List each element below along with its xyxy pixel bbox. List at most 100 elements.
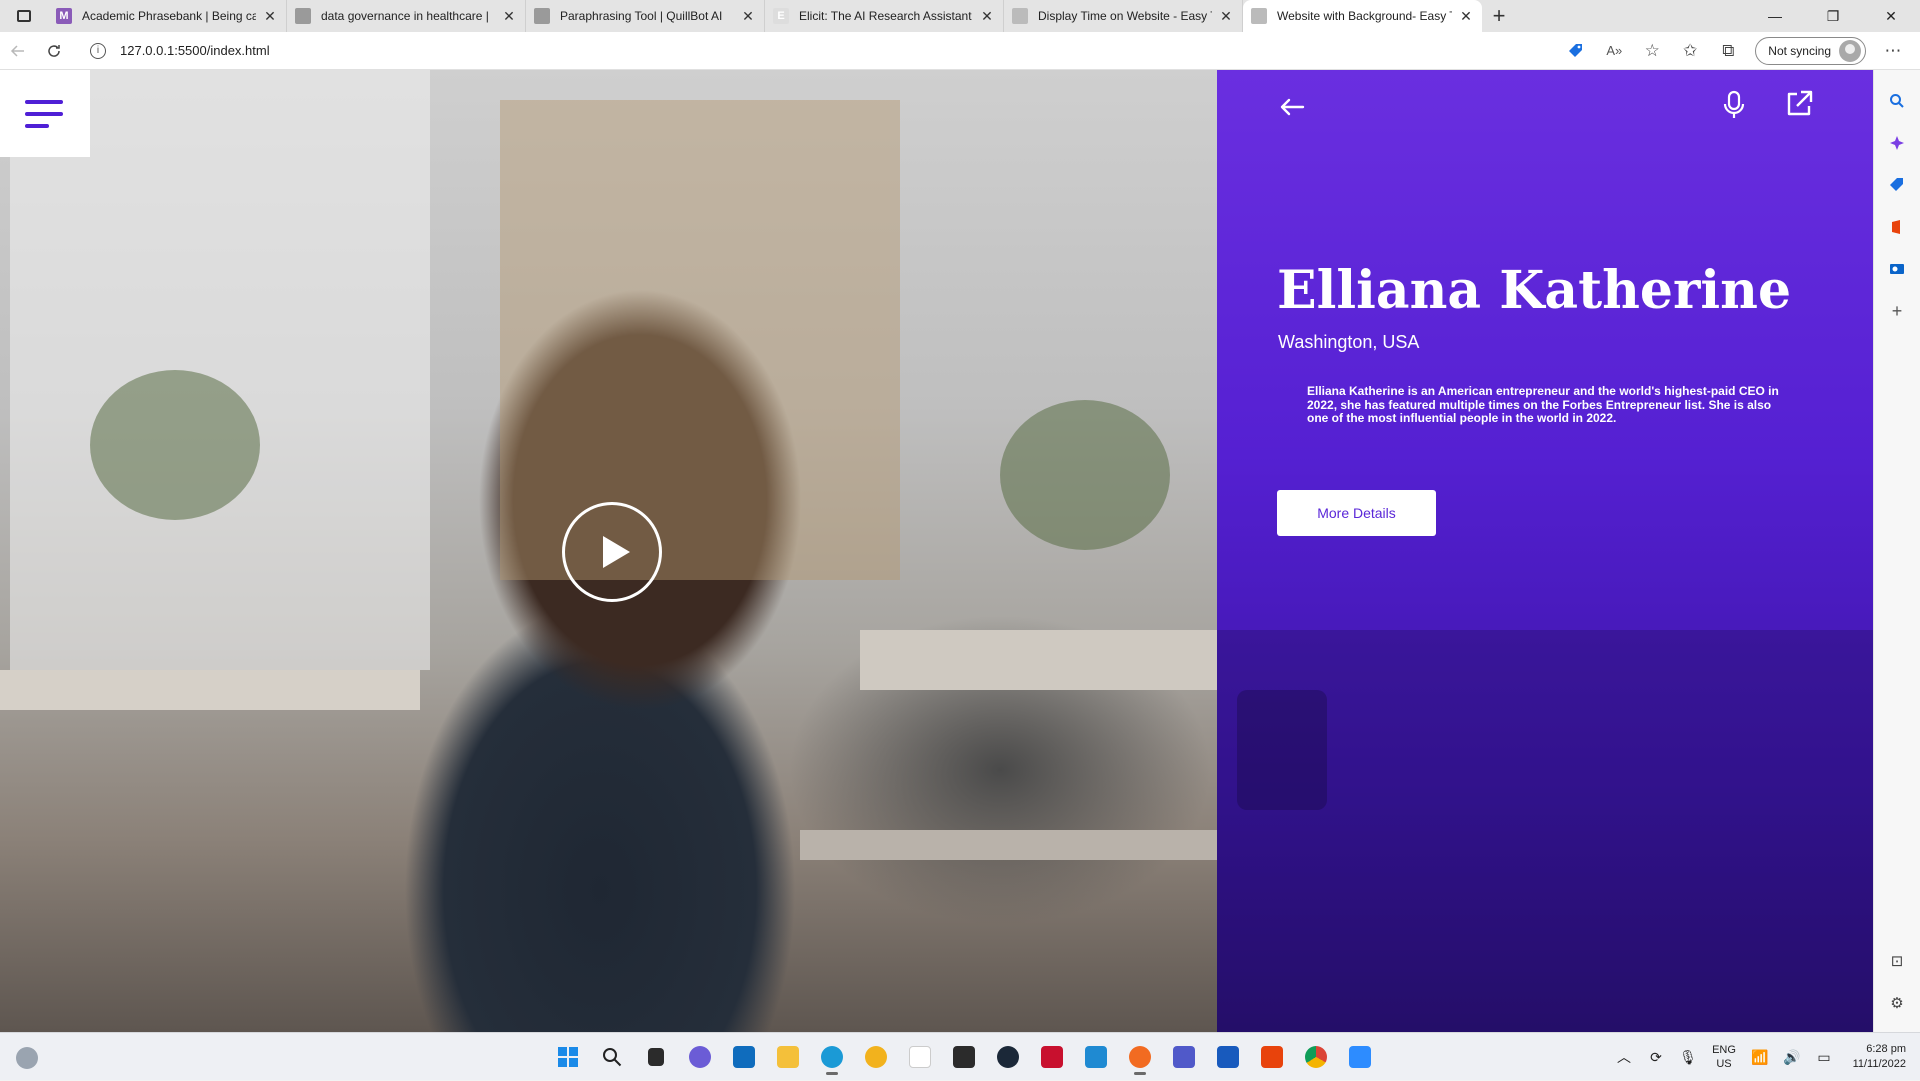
battery-button[interactable]: ▭ xyxy=(1808,1049,1840,1066)
close-tab-icon[interactable]: ✕ xyxy=(1458,8,1474,25)
mail-button[interactable] xyxy=(724,1039,764,1075)
word-button[interactable] xyxy=(1208,1039,1248,1075)
menu-icon xyxy=(25,111,63,116)
app-circle-icon xyxy=(865,1046,887,1068)
external-link-icon[interactable] xyxy=(1785,90,1813,118)
edge-button[interactable] xyxy=(812,1039,852,1075)
browser-tab[interactable]: M Academic Phrasebank | Being ca ✕ xyxy=(48,0,287,32)
photo-corkboard xyxy=(500,100,900,580)
office-button[interactable] xyxy=(1252,1039,1292,1075)
volume-button[interactable]: 🔊 xyxy=(1776,1049,1808,1066)
office-icon xyxy=(1261,1046,1283,1068)
zoom-button[interactable] xyxy=(1340,1039,1380,1075)
add-favorite-button[interactable]: ☆ xyxy=(1633,36,1671,66)
mic-tray-button[interactable]: 🎙 xyxy=(1672,1049,1704,1066)
teams-button[interactable] xyxy=(1164,1039,1204,1075)
clock[interactable]: 6:28 pm 11/11/2022 xyxy=(1840,1042,1920,1072)
mcafee-icon xyxy=(1041,1046,1063,1068)
read-aloud-button[interactable]: A» xyxy=(1595,36,1633,66)
steam-button[interactable] xyxy=(988,1039,1028,1075)
lang-line2: US xyxy=(1716,1058,1732,1070)
dropbox-button[interactable] xyxy=(944,1039,984,1075)
browser-tab[interactable]: data governance in healthcare | ✕ xyxy=(287,0,526,32)
close-tab-icon[interactable]: ✕ xyxy=(1218,8,1234,25)
start-button[interactable] xyxy=(548,1039,588,1075)
menu-button[interactable] xyxy=(0,70,90,157)
chat-icon xyxy=(689,1046,711,1068)
photo-plant xyxy=(90,370,260,520)
favorites-button[interactable]: ✩ xyxy=(1671,36,1709,66)
sidebar-copilot-button[interactable] xyxy=(1883,129,1911,157)
site-info-icon[interactable]: i xyxy=(90,42,106,59)
vscode-button[interactable] xyxy=(1076,1039,1116,1075)
collections-icon: ⧉ xyxy=(1722,40,1735,60)
url-text: 127.0.0.1:5500/index.html xyxy=(120,43,270,58)
language-indicator[interactable]: ENG US xyxy=(1704,1043,1744,1071)
file-explorer-button[interactable] xyxy=(768,1039,808,1075)
more-details-button[interactable]: More Details xyxy=(1277,490,1436,536)
taskbar: ︿ ⟳ 🎙 ENG US 📶 🔊 ▭ 6:28 pm 11/11/2022 xyxy=(0,1032,1920,1080)
settings-more-button[interactable]: ⋯ xyxy=(1874,36,1912,66)
clock-time: 6:28 pm xyxy=(1866,1043,1906,1055)
sync-status-button[interactable]: ⟳ xyxy=(1640,1049,1672,1066)
minimize-button[interactable]: — xyxy=(1746,0,1804,32)
steam-icon xyxy=(997,1046,1019,1068)
tab-title: Website with Background- Easy T xyxy=(1277,9,1452,23)
favicon-icon xyxy=(295,8,311,24)
mcafee-button[interactable] xyxy=(1032,1039,1072,1075)
sidebar-add-button[interactable]: + xyxy=(1883,297,1911,325)
task-view-button[interactable] xyxy=(636,1039,676,1075)
app-button[interactable] xyxy=(856,1039,896,1075)
toolbar-actions: A» ☆ ✩ ⧉ Not syncing ⋯ xyxy=(1557,36,1912,66)
app-orange-button[interactable] xyxy=(1120,1039,1160,1075)
back-button[interactable] xyxy=(0,36,36,66)
collections-button[interactable]: ⧉ xyxy=(1709,36,1747,66)
tray-overflow-button[interactable]: ︿ xyxy=(1608,1047,1640,1067)
taskbar-search-button[interactable] xyxy=(592,1039,632,1075)
back-arrow-icon[interactable] xyxy=(1277,92,1307,122)
shopping-button[interactable] xyxy=(1557,36,1595,66)
star-plus-icon: ☆ xyxy=(1644,40,1660,60)
new-tab-button[interactable]: + xyxy=(1482,0,1516,32)
lang-line1: ENG xyxy=(1712,1044,1736,1056)
photo-table xyxy=(0,670,420,710)
close-tab-icon[interactable]: ✕ xyxy=(262,8,278,25)
sidebar-settings-button[interactable]: ⚙ xyxy=(1883,989,1911,1017)
word-icon xyxy=(1217,1046,1239,1068)
more-icon: ⋯ xyxy=(1884,40,1902,60)
chrome-button[interactable] xyxy=(1296,1039,1336,1075)
microphone-icon[interactable] xyxy=(1722,90,1746,120)
refresh-button[interactable] xyxy=(36,36,72,66)
close-tab-icon[interactable]: ✕ xyxy=(740,8,756,25)
sidebar-hide-button[interactable]: ⊡ xyxy=(1883,947,1911,975)
favicon-icon xyxy=(1012,8,1028,24)
play-button[interactable] xyxy=(562,502,662,602)
browser-tab[interactable]: Website with Background- Easy T ✕ xyxy=(1243,0,1482,32)
office-icon xyxy=(1892,220,1900,234)
widgets-icon[interactable] xyxy=(16,1047,38,1069)
sidebar-shopping-button[interactable] xyxy=(1883,171,1911,199)
sidebar-office-button[interactable] xyxy=(1883,213,1911,241)
sidebar-search-button[interactable] xyxy=(1883,87,1911,115)
sidebar-outlook-button[interactable] xyxy=(1883,255,1911,283)
browser-tab[interactable]: Display Time on Website - Easy T ✕ xyxy=(1004,0,1243,32)
favicon-icon: E xyxy=(773,8,789,24)
microphone-icon: 🎙 xyxy=(1679,1048,1697,1065)
amazon-button[interactable] xyxy=(900,1039,940,1075)
wifi-button[interactable]: 📶 xyxy=(1744,1049,1776,1066)
browser-tab[interactable]: E Elicit: The AI Research Assistant ✕ xyxy=(765,0,1004,32)
close-tab-icon[interactable]: ✕ xyxy=(979,8,995,25)
close-window-button[interactable]: ✕ xyxy=(1862,0,1920,32)
address-bar[interactable]: i 127.0.0.1:5500/index.html xyxy=(82,36,1502,66)
profile-sync-button[interactable]: Not syncing xyxy=(1755,36,1866,65)
tab-actions-button[interactable] xyxy=(0,0,48,32)
close-tab-icon[interactable]: ✕ xyxy=(501,8,517,25)
panel-shade xyxy=(1237,690,1327,810)
shopping-tag-icon xyxy=(1890,178,1903,191)
page-viewport: Elliana Katherine Washington, USA Ellian… xyxy=(0,70,1873,1032)
tab-title: Paraphrasing Tool | QuillBot AI xyxy=(560,9,723,23)
restore-button[interactable]: ❐ xyxy=(1804,0,1862,32)
chat-button[interactable] xyxy=(680,1039,720,1075)
browser-tab[interactable]: Paraphrasing Tool | QuillBot AI ✕ xyxy=(526,0,765,32)
profile-location: Washington, USA xyxy=(1278,332,1420,352)
